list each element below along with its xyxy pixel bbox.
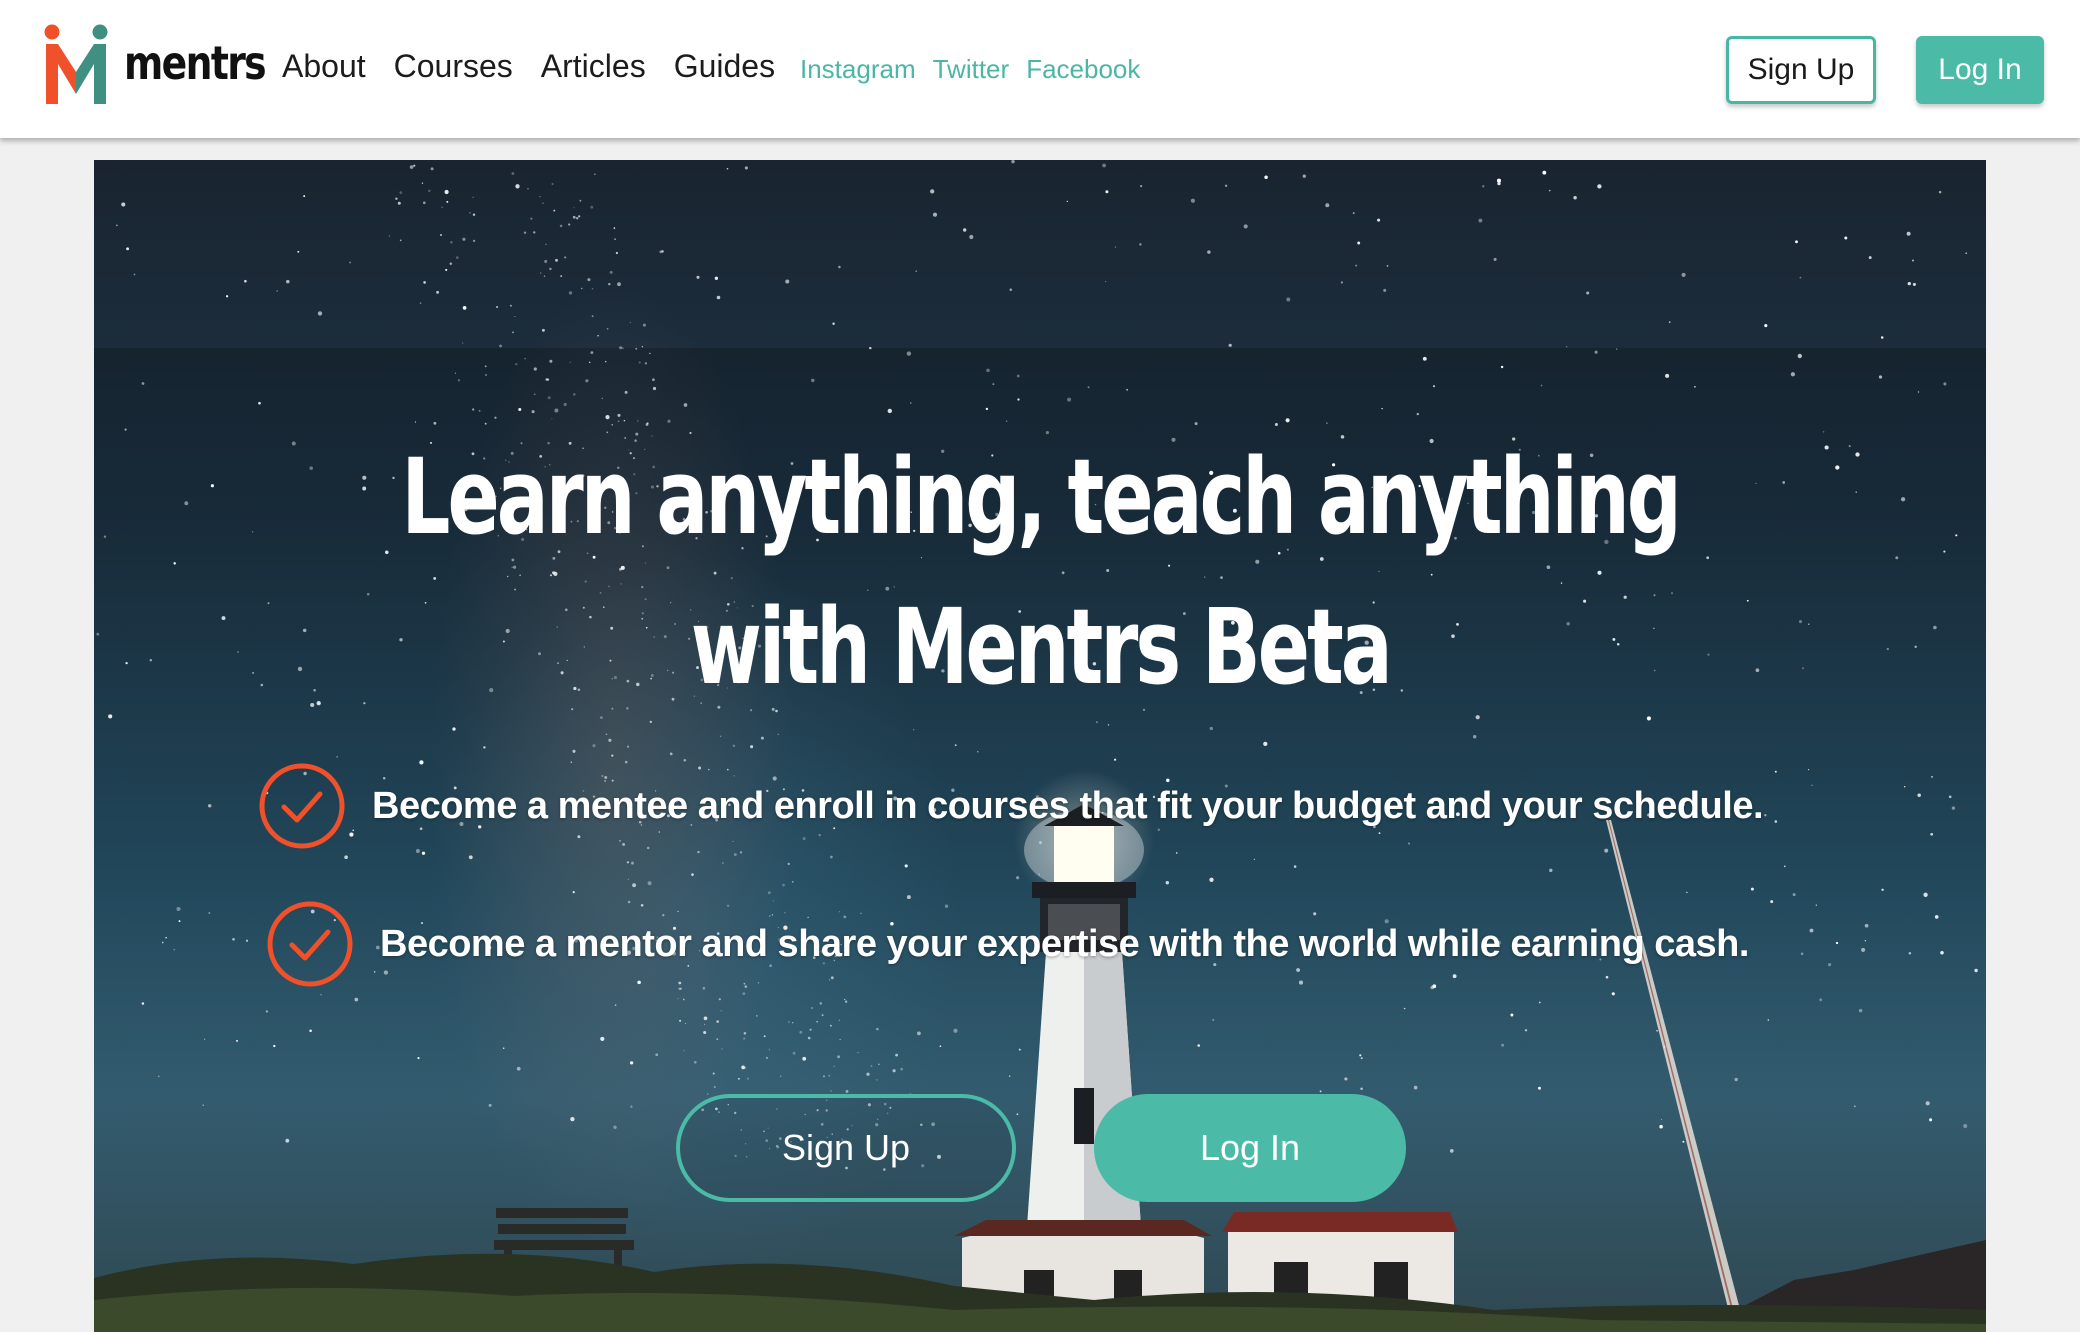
feature-mentee-text: Become a mentee and enroll in courses th… (372, 784, 1764, 827)
top-navbar: mentrs About Courses Articles Guides Ins… (0, 0, 2080, 138)
social-links: Instagram Twitter Facebook (800, 54, 1157, 85)
nav-courses[interactable]: Courses (394, 48, 513, 85)
hero-signup-button[interactable]: Sign Up (676, 1094, 1016, 1202)
check-circle-icon (259, 763, 345, 849)
social-twitter-link[interactable]: Twitter (933, 54, 1010, 85)
hero-headline-line2: with Mentrs Beta (690, 586, 1392, 708)
logo-text: mentrs (124, 36, 267, 90)
nav-about[interactable]: About (282, 48, 366, 85)
header-login-button[interactable]: Log In (1916, 36, 2044, 104)
main-nav: About Courses Articles Guides (282, 48, 803, 85)
hero-section: Learn anything, teach anything with Ment… (94, 160, 1986, 1332)
hero-background-image (94, 160, 1986, 1332)
header-signup-button[interactable]: Sign Up (1726, 36, 1876, 104)
mentrs-logo-mark-icon (44, 24, 108, 104)
nav-articles[interactable]: Articles (541, 48, 646, 85)
hero-headline-line1: Learn anything, teach anything (401, 436, 1681, 558)
hero-login-button[interactable]: Log In (1094, 1094, 1406, 1202)
feature-mentee: Become a mentee and enroll in courses th… (258, 762, 1764, 850)
logo[interactable]: mentrs (44, 24, 296, 108)
social-instagram-link[interactable]: Instagram (800, 54, 916, 85)
check-circle-icon (267, 901, 353, 987)
feature-mentor: Become a mentor and share your expertise… (266, 900, 1749, 988)
feature-mentor-text: Become a mentor and share your expertise… (380, 922, 1749, 965)
social-facebook-link[interactable]: Facebook (1026, 54, 1140, 85)
nav-guides[interactable]: Guides (674, 48, 775, 85)
hero-headline: Learn anything, teach anything with Ment… (94, 422, 1986, 722)
